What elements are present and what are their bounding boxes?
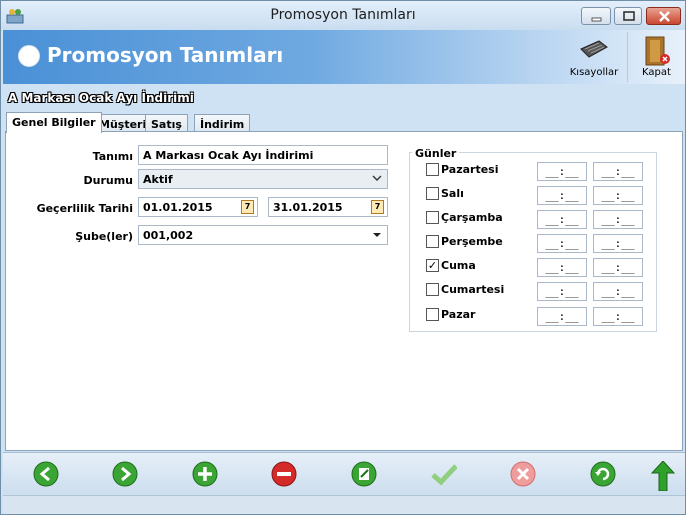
tanimi-input[interactable]: A Markası Ocak Ayı İndirimi — [138, 145, 388, 165]
close-window-button[interactable] — [646, 7, 681, 25]
shortcuts-label: Kısayollar — [569, 67, 619, 78]
day-label: Cumartesi — [441, 283, 505, 296]
refresh-button[interactable] — [590, 461, 616, 487]
end-date-input[interactable]: 31.01.2015 7 — [268, 197, 388, 217]
start-time-input[interactable]: __:__ — [537, 210, 587, 229]
chevron-down-icon — [372, 175, 382, 181]
sube-select[interactable]: 001,002 — [138, 225, 388, 245]
maximize-button[interactable] — [614, 7, 642, 25]
promosyon-window: Promosyon Tanımları Promosyon Tanımları … — [0, 0, 686, 515]
confirm-check-icon — [431, 464, 457, 486]
tab-genel-bilgiler[interactable]: Genel Bilgiler — [6, 112, 102, 133]
start-time-input[interactable]: __:__ — [537, 234, 587, 253]
end-time-input[interactable]: __:__ — [593, 162, 643, 181]
delete-icon — [271, 461, 297, 487]
durumu-select[interactable]: Aktif — [138, 169, 388, 189]
day-label: Çarşamba — [441, 211, 503, 224]
day-label: Perşembe — [441, 235, 503, 248]
end-time-input[interactable]: __:__ — [593, 282, 643, 301]
minimize-icon — [591, 17, 602, 22]
header-circle-icon — [18, 45, 40, 67]
maximize-icon — [623, 11, 635, 21]
forward-button[interactable] — [112, 461, 138, 487]
keyboard-icon — [580, 40, 608, 58]
end-time-input[interactable]: __:__ — [593, 186, 643, 205]
forward-arrow-icon — [112, 461, 138, 487]
back-button[interactable] — [33, 461, 59, 487]
confirm-button[interactable] — [431, 461, 457, 487]
calendar-icon[interactable]: 7 — [371, 200, 384, 214]
edit-icon — [351, 461, 377, 487]
durumu-label: Durumu — [83, 174, 133, 187]
back-arrow-icon — [33, 461, 59, 487]
day-checkbox[interactable] — [426, 211, 439, 224]
end-date-value: 31.01.2015 — [273, 201, 343, 214]
sube-value: 001,002 — [143, 229, 194, 242]
start-time-input[interactable]: __:__ — [537, 162, 587, 181]
day-checkbox[interactable] — [426, 163, 439, 176]
start-time-input[interactable]: __:__ — [537, 258, 587, 277]
add-button[interactable] — [192, 461, 218, 487]
end-time-input[interactable]: __:__ — [593, 258, 643, 277]
genel-bilgiler-panel: Tanımı A Markası Ocak Ayı İndirimi Durum… — [5, 131, 683, 451]
close-icon — [659, 11, 670, 22]
gecerlilik-label: Geçerlilik Tarihi — [36, 202, 133, 215]
kapat-label: Kapat — [642, 67, 671, 78]
start-time-input[interactable]: __:__ — [537, 307, 587, 326]
delete-button[interactable] — [271, 461, 297, 487]
start-date-value: 01.01.2015 — [143, 201, 213, 214]
record-caption: A Markası Ocak Ayı İndirimi — [8, 91, 194, 105]
durumu-value: Aktif — [143, 173, 173, 186]
exit-door-icon — [645, 36, 670, 66]
cancel-x-icon — [510, 461, 536, 487]
tanimi-label: Tanımı — [92, 150, 133, 163]
day-label: Cuma — [441, 259, 476, 272]
up-arrow-icon — [650, 461, 676, 491]
end-time-input[interactable]: __:__ — [593, 307, 643, 326]
status-bar — [3, 495, 685, 514]
day-label: Pazartesi — [441, 163, 499, 176]
day-label: Salı — [441, 187, 464, 200]
day-checkbox[interactable]: ✓ — [426, 259, 439, 272]
start-date-input[interactable]: 01.01.2015 7 — [138, 197, 258, 217]
sube-label: Şube(ler) — [75, 230, 133, 243]
kapat-button[interactable]: Kapat — [627, 32, 685, 82]
day-checkbox[interactable] — [426, 283, 439, 296]
start-time-input[interactable]: __:__ — [537, 186, 587, 205]
header-band: Promosyon Tanımları Kısayollar Kapat — [3, 30, 685, 84]
day-checkbox[interactable] — [426, 308, 439, 321]
refresh-icon — [590, 461, 616, 487]
page-title: Promosyon Tanımları — [47, 43, 284, 67]
calendar-icon[interactable]: 7 — [241, 200, 254, 214]
edit-button[interactable] — [351, 461, 377, 487]
day-label: Pazar — [441, 308, 476, 321]
add-icon — [192, 461, 218, 487]
up-button[interactable] — [650, 461, 676, 491]
start-time-input[interactable]: __:__ — [537, 282, 587, 301]
bottom-toolbar — [3, 452, 685, 494]
title-bar[interactable]: Promosyon Tanımları — [1, 1, 685, 30]
shortcuts-button[interactable]: Kısayollar — [565, 32, 623, 82]
minimize-button[interactable] — [581, 7, 611, 25]
gunler-title: Günler — [412, 147, 460, 160]
day-checkbox[interactable] — [426, 187, 439, 200]
end-time-input[interactable]: __:__ — [593, 210, 643, 229]
cancel-button[interactable] — [510, 461, 536, 487]
end-time-input[interactable]: __:__ — [593, 234, 643, 253]
day-checkbox[interactable] — [426, 235, 439, 248]
dropdown-arrow-icon — [373, 233, 381, 237]
